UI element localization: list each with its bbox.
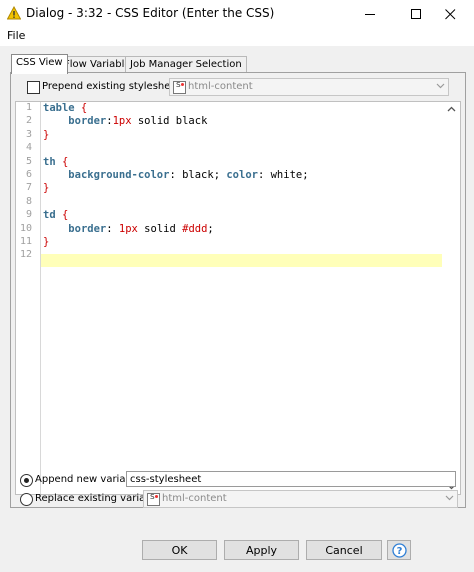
css-brace: {	[74, 102, 88, 114]
line-number: 9	[25, 209, 32, 221]
css-brace: }	[43, 182, 50, 195]
code-line-3: }	[43, 129, 49, 141]
css-brace: {	[55, 209, 69, 222]
append-variable-input[interactable]: css-stylesheet	[126, 471, 456, 487]
css-value: solid	[137, 222, 183, 235]
css-property: border	[68, 222, 107, 235]
line-number: 7	[25, 182, 32, 194]
css-property: background-color	[68, 169, 170, 181]
svg-text:?: ?	[397, 546, 403, 557]
line-number: 12	[19, 249, 32, 261]
css-value: : black;	[169, 169, 227, 181]
maximize-icon	[411, 9, 421, 19]
editor-vertical-scrollbar[interactable]	[443, 102, 460, 494]
window-title: Dialog - 3:32 - CSS Editor (Enter the CS…	[26, 6, 275, 20]
append-variable-radio[interactable]	[20, 474, 33, 487]
code-line-1: table {	[43, 102, 87, 114]
line-number: 5	[25, 155, 32, 167]
line-number: 3	[25, 128, 32, 140]
current-line-highlight	[41, 254, 442, 267]
css-value: : white;	[257, 169, 309, 181]
prepend-select-value: html-content	[188, 81, 253, 92]
close-button[interactable]	[428, 0, 474, 28]
code-line-2: border:1px solid black	[43, 115, 207, 127]
chevron-down-icon	[445, 495, 454, 501]
apply-button[interactable]: Apply	[224, 540, 299, 560]
scroll-up-arrow-icon[interactable]	[447, 105, 456, 114]
css-value: solid black	[131, 115, 208, 128]
dialog-body: CSS View Flow Variables Job Manager Sele…	[0, 46, 474, 572]
tab-job-manager-selection[interactable]: Job Manager Selection	[125, 56, 247, 73]
css-property: color	[226, 169, 258, 181]
prepend-label: Prepend existing stylesheet:	[42, 81, 184, 92]
code-line-7: }	[43, 182, 49, 194]
line-number: 6	[25, 169, 32, 180]
line-number: 10	[19, 222, 32, 234]
css-brace: {	[55, 155, 69, 168]
ok-button[interactable]: OK	[142, 540, 217, 560]
flow-variable-string-icon	[147, 492, 160, 506]
replace-variable-radio[interactable]	[20, 493, 33, 506]
css-hex-color: #ddd	[182, 222, 208, 235]
css-semicolon: ;	[207, 222, 214, 235]
css-colon: :	[106, 222, 119, 235]
title-bar: Dialog - 3:32 - CSS Editor (Enter the CS…	[0, 0, 474, 28]
cancel-button[interactable]: Cancel	[306, 540, 382, 560]
css-view-panel: Prepend existing stylesheet: html-conten…	[10, 72, 466, 508]
code-line-6: background-color: black; color: white;	[43, 169, 309, 181]
help-icon: ?	[392, 543, 407, 558]
line-number: 2	[25, 115, 32, 127]
minimize-button[interactable]	[348, 0, 394, 28]
menu-bar: File	[0, 28, 474, 46]
tab-css-view[interactable]: CSS View	[11, 54, 68, 74]
help-button[interactable]: ?	[387, 540, 411, 560]
replace-variable-select[interactable]: html-content	[143, 490, 458, 508]
line-number: 4	[25, 142, 32, 154]
code-line-9: td {	[43, 209, 68, 221]
replace-select-value: html-content	[162, 493, 227, 504]
chevron-down-icon	[436, 83, 445, 89]
line-number: 11	[19, 236, 32, 247]
line-number: 8	[25, 195, 32, 207]
css-selector: table	[43, 102, 75, 114]
minimize-icon	[365, 14, 375, 15]
code-line-5: th {	[43, 156, 68, 168]
line-number: 1	[25, 102, 32, 113]
code-line-11: }	[43, 236, 49, 248]
css-property: border	[68, 115, 107, 128]
prepend-stylesheet-select[interactable]: html-content	[169, 78, 449, 96]
warning-triangle-icon	[7, 6, 21, 20]
css-brace: }	[43, 128, 50, 141]
css-brace: }	[43, 236, 50, 248]
line-number-gutter: 1 2 3 4 5 6 7 8 9 10 11 12	[16, 102, 41, 494]
flow-variable-string-icon	[173, 80, 186, 94]
close-icon	[445, 9, 456, 20]
menu-file[interactable]: File	[7, 29, 25, 42]
css-number: 1px	[118, 222, 138, 235]
prepend-checkbox[interactable]	[27, 81, 40, 94]
css-code-editor[interactable]: 1 2 3 4 5 6 7 8 9 10 11 12 table { borde…	[15, 101, 461, 495]
code-line-10: border: 1px solid #ddd;	[43, 222, 214, 235]
css-selector: th	[43, 155, 56, 168]
css-number: 1px	[112, 115, 132, 128]
css-selector: td	[43, 209, 56, 222]
